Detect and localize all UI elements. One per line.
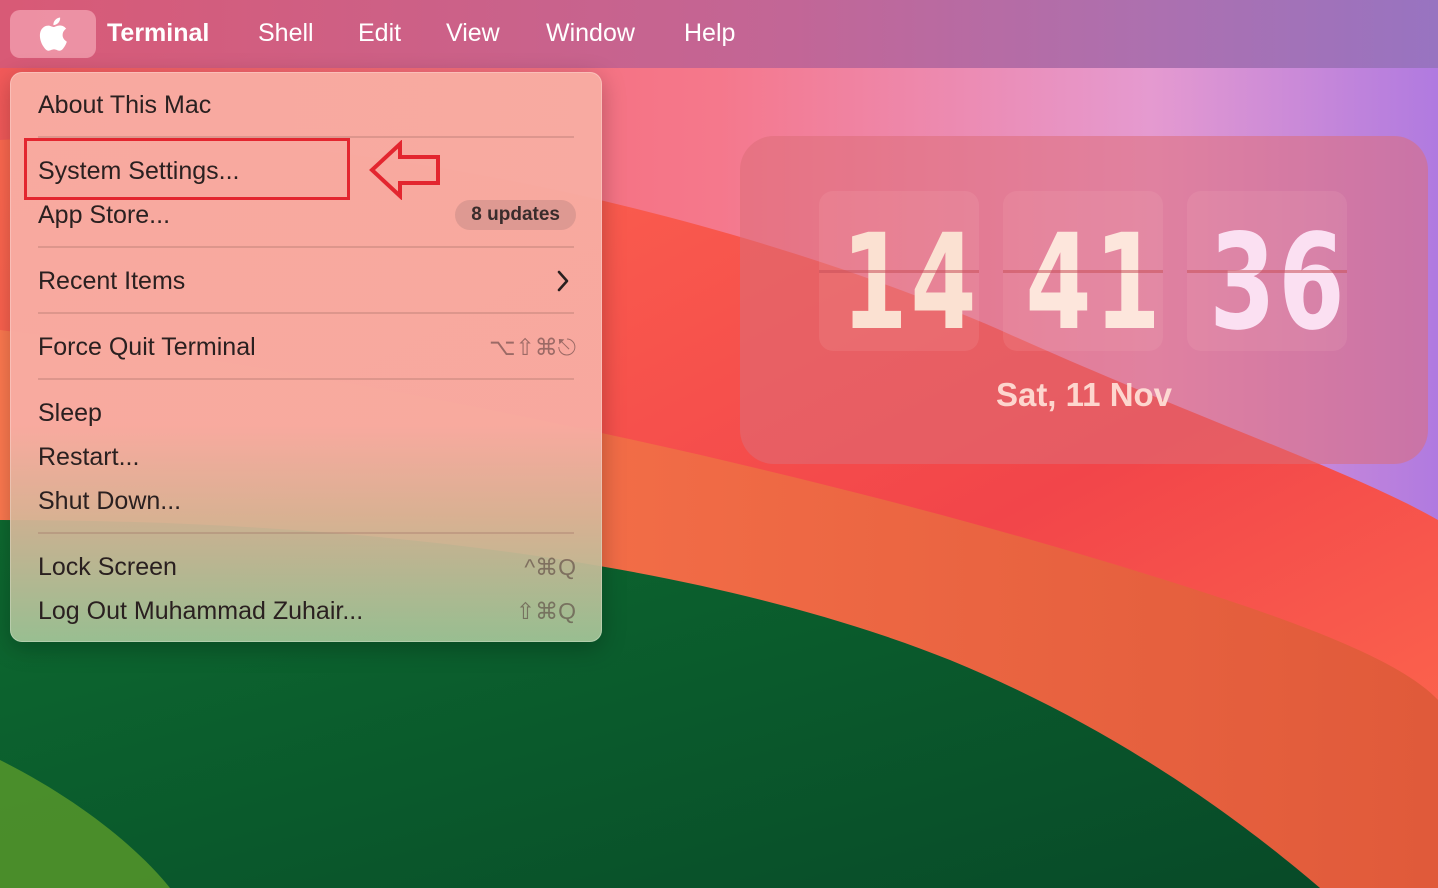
menubar-help[interactable]: Help — [684, 0, 735, 68]
clock-date: Sat, 11 Nov — [995, 376, 1173, 413]
force-quit-shortcut: ⌥⇧⌘⎋ — [489, 334, 576, 360]
clock-seconds: 36 — [1209, 206, 1348, 360]
menubar-app-terminal[interactable]: Terminal — [107, 0, 209, 68]
chevron-right-icon — [557, 270, 569, 292]
menubar-window[interactable]: Window — [546, 0, 635, 68]
menubar-shell[interactable]: Shell — [258, 0, 314, 68]
menu-separator — [38, 246, 574, 248]
log-out-shortcut: ⇧⌘Q — [515, 598, 576, 624]
annotation-arrow-left-icon — [369, 140, 440, 200]
menu-item-label: Log Out Muhammad Zuhair... — [38, 597, 364, 625]
annotation-highlight-box — [24, 138, 350, 200]
flip-divider — [1187, 270, 1347, 273]
clock-widget[interactable]: 14 41 36 Sat, 11 Nov — [740, 136, 1428, 464]
menu-separator — [38, 378, 574, 380]
apple-menu-button[interactable] — [10, 10, 96, 58]
menu-item-label: Shut Down... — [38, 487, 182, 515]
apple-logo-icon — [39, 17, 67, 51]
updates-badge: 8 updates — [455, 200, 576, 230]
lock-screen-shortcut: ^⌘Q — [524, 554, 576, 580]
menu-item-label: Lock Screen — [38, 553, 177, 581]
menu-item-lock-screen[interactable]: Lock Screen ^⌘Q — [38, 547, 576, 587]
menu-item-restart[interactable]: Restart... — [38, 437, 576, 477]
menu-item-sleep[interactable]: Sleep — [38, 393, 576, 433]
menubar-edit[interactable]: Edit — [358, 0, 401, 68]
menu-item-log-out[interactable]: Log Out Muhammad Zuhair... ⇧⌘Q — [38, 591, 576, 631]
menu-item-shut-down[interactable]: Shut Down... — [38, 481, 576, 521]
clock-hours-tile: 14 — [819, 191, 980, 360]
menu-item-label: App Store... — [38, 201, 171, 229]
menu-item-recent-items[interactable]: Recent Items — [38, 261, 576, 301]
menubar-view[interactable]: View — [446, 0, 500, 68]
menu-item-app-store[interactable]: App Store... 8 updates — [38, 195, 576, 235]
flip-divider — [1003, 270, 1163, 273]
clock-minutes: 41 — [1025, 206, 1164, 360]
menu-separator — [38, 532, 574, 534]
menu-item-label: Recent Items — [38, 267, 186, 295]
menu-item-about-this-mac[interactable]: About This Mac — [38, 85, 576, 125]
menu-separator — [38, 312, 574, 314]
menu-item-label: Force Quit Terminal — [38, 333, 256, 361]
clock-hours: 14 — [841, 206, 980, 360]
menu-bar: Terminal Shell Edit View Window Help — [0, 0, 1438, 68]
menu-item-force-quit[interactable]: Force Quit Terminal ⌥⇧⌘⎋ — [38, 327, 576, 367]
flip-divider — [819, 270, 979, 273]
clock-minutes-tile: 41 — [1003, 191, 1164, 360]
menu-item-label: About This Mac — [38, 91, 212, 119]
menu-item-label: Restart... — [38, 443, 140, 471]
menu-item-label: Sleep — [38, 399, 102, 427]
clock-seconds-tile: 36 — [1187, 191, 1348, 360]
